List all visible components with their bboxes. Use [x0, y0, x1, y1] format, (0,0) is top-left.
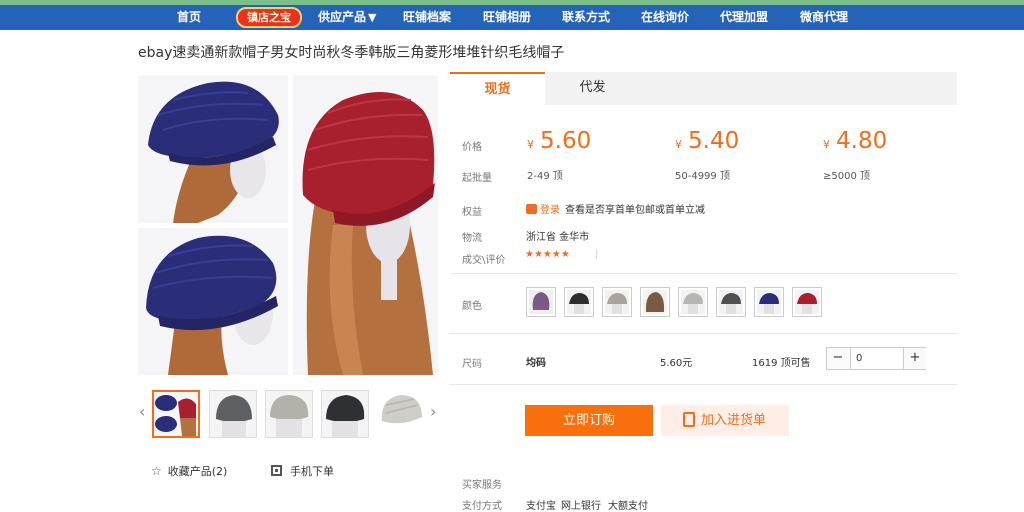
- nav-item-home[interactable]: 首页: [177, 5, 201, 30]
- logistics-label: 物流: [462, 233, 482, 244]
- nav-item-products-dropdown[interactable]: 供应产品 ▼: [310, 5, 398, 30]
- price-tier-3: ¥4.80: [823, 128, 888, 154]
- quantity-increment-button[interactable]: +: [904, 348, 926, 369]
- thumbnail-1[interactable]: [152, 390, 200, 438]
- rating-stars[interactable]: ★★★★★: [525, 249, 570, 260]
- color-swatch-grey[interactable]: [602, 287, 632, 317]
- add-to-list-label: 加入进货单: [701, 413, 767, 428]
- nav-item-shop-profile[interactable]: 旺铺档案: [403, 5, 451, 30]
- price-tier-2: ¥5.40: [675, 128, 740, 154]
- quantity-stepper: − +: [826, 347, 926, 370]
- color-swatch-light-grey[interactable]: [678, 287, 708, 317]
- favorite-label: 收藏产品(2): [167, 465, 228, 478]
- color-label: 颜色: [462, 301, 482, 312]
- photo-red-hat: [293, 75, 438, 375]
- nav-item-album[interactable]: 旺铺相册: [483, 5, 531, 30]
- divider: [450, 384, 957, 385]
- price-tier-1: ¥5.60: [527, 128, 592, 154]
- nav-badge-featured[interactable]: 镇店之宝: [236, 7, 302, 28]
- color-swatch-dark-grey[interactable]: [716, 287, 746, 317]
- shop-navbar: 首页 镇店之宝 供应产品 ▼ 旺铺档案 旺铺相册 联系方式 在线询价 代理加盟 …: [0, 5, 1024, 30]
- reviews-divider: |: [595, 249, 599, 260]
- add-to-purchase-list-button[interactable]: 加入进货单: [661, 405, 789, 436]
- photo-navy-hat-front: [138, 75, 288, 223]
- thumbnail-strip: [138, 388, 442, 442]
- size-label: 尺码: [462, 359, 482, 370]
- payment-method-alipay: 支付宝: [526, 501, 556, 512]
- chevron-down-icon: ▼: [368, 11, 377, 24]
- nav-item-agent[interactable]: 代理加盟: [720, 5, 768, 30]
- thumbnail-2[interactable]: [209, 390, 257, 438]
- payment-method-large-amount: 大额支付: [608, 501, 648, 512]
- color-swatch-purple[interactable]: [526, 287, 556, 317]
- tab-dropship[interactable]: 代发: [545, 72, 640, 105]
- star-outline-icon: ☆: [151, 464, 162, 478]
- divider: [450, 273, 957, 274]
- qty-range-1: 2-49 顶: [527, 171, 563, 182]
- tab-in-stock[interactable]: 现货: [450, 72, 545, 105]
- stock-available: 1619 顶可售: [752, 358, 811, 369]
- mobile-order-action[interactable]: 手机下单: [271, 463, 334, 479]
- buyer-services-label: 买家服务: [462, 480, 502, 491]
- clipboard-icon: [683, 412, 695, 427]
- login-link[interactable]: 登录: [540, 205, 560, 216]
- logistics-location: 浙江省 金华市: [526, 232, 590, 243]
- nav-item-inquiry[interactable]: 在线询价: [641, 5, 689, 30]
- favorite-action[interactable]: ☆ 收藏产品(2): [151, 463, 227, 479]
- benefits-row: 登录 查看是否享首单包邮或首单立减: [526, 201, 705, 216]
- main-product-image[interactable]: [138, 75, 438, 375]
- nav-item-products-label: 供应产品: [318, 10, 367, 24]
- product-title: ebay速卖通新款帽子男女时尚秋冬季韩版三角菱形堆堆针织毛线帽子: [138, 45, 565, 61]
- thumbnail-3[interactable]: [265, 390, 313, 438]
- divider: [450, 333, 957, 334]
- qty-range-3: ≥5000 顶: [823, 171, 871, 182]
- price-label: 价格: [462, 142, 482, 153]
- size-unit-price: 5.60元: [660, 358, 693, 369]
- gift-icon: [526, 204, 537, 214]
- nav-item-wechat-agent[interactable]: 微商代理: [800, 5, 848, 30]
- color-swatch-red[interactable]: [792, 287, 822, 317]
- size-value: 均码: [526, 358, 546, 369]
- payment-methods-label: 支付方式: [462, 501, 502, 512]
- thumbnail-5[interactable]: [377, 390, 425, 438]
- benefits-text: 查看是否享首单包邮或首单立减: [565, 205, 705, 216]
- qr-code-icon: [271, 465, 282, 476]
- purchase-mode-tabs: 现货 代发: [450, 72, 957, 105]
- mobile-order-label: 手机下单: [290, 465, 334, 478]
- quantity-input[interactable]: [850, 348, 904, 369]
- color-swatch-navy[interactable]: [754, 287, 784, 317]
- min-qty-label: 起批量: [462, 173, 492, 184]
- payment-method-online-bank: 网上银行: [561, 501, 601, 512]
- buy-now-button[interactable]: 立即订购: [525, 405, 653, 436]
- quantity-decrement-button[interactable]: −: [827, 348, 849, 369]
- color-swatch-black[interactable]: [564, 287, 594, 317]
- thumbnail-4[interactable]: [321, 390, 369, 438]
- photo-navy-hat-side: [138, 228, 288, 375]
- color-swatch-brown[interactable]: [640, 287, 670, 317]
- qty-range-2: 50-4999 顶: [675, 171, 730, 182]
- reviews-label: 成交\评价: [462, 255, 506, 266]
- benefits-label: 权益: [462, 207, 482, 218]
- nav-item-contact[interactable]: 联系方式: [562, 5, 610, 30]
